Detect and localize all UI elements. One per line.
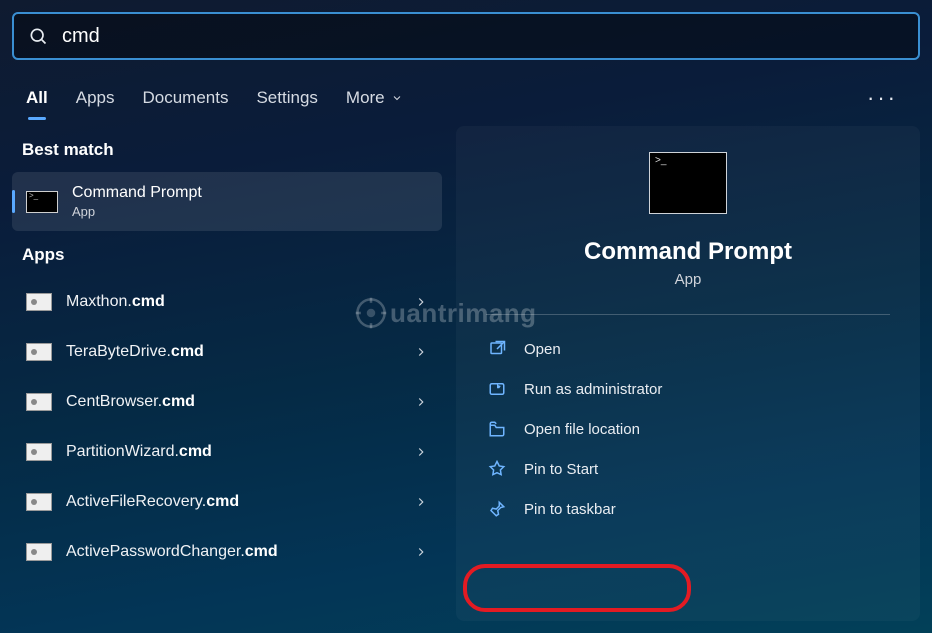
app-result[interactable]: ActivePasswordChanger.cmd: [12, 527, 442, 577]
chevron-right-icon: [414, 295, 428, 309]
chevron-right-icon: [414, 495, 428, 509]
filter-tabs: All Apps Documents Settings More ···: [12, 70, 920, 126]
app-result[interactable]: ActiveFileRecovery.cmd: [12, 477, 442, 527]
search-bar[interactable]: [12, 12, 920, 60]
action-label: Run as administrator: [524, 381, 662, 398]
best-match-subtitle: App: [72, 204, 202, 219]
best-match-title: Command Prompt: [72, 184, 202, 202]
chevron-right-icon: [414, 395, 428, 409]
details-panel: Command Prompt App Open Run as administra…: [456, 126, 920, 621]
app-result-label: ActiveFileRecovery.cmd: [66, 493, 414, 511]
pinstart-icon: [488, 460, 506, 478]
best-match-result[interactable]: Command Prompt App: [12, 172, 442, 231]
tab-settings[interactable]: Settings: [256, 88, 317, 108]
app-result-label: ActivePasswordChanger.cmd: [66, 543, 414, 561]
cmd-file-icon: [26, 493, 52, 511]
cmd-file-icon: [26, 293, 52, 311]
chevron-right-icon: [414, 345, 428, 359]
section-apps: Apps: [12, 231, 442, 277]
tab-apps[interactable]: Apps: [76, 88, 115, 108]
app-result-label: Maxthon.cmd: [66, 293, 414, 311]
app-result-label: CentBrowser.cmd: [66, 393, 414, 411]
action-label: Open: [524, 341, 561, 358]
tab-all[interactable]: All: [26, 88, 48, 108]
tab-more[interactable]: More: [346, 88, 403, 108]
app-result[interactable]: Maxthon.cmd: [12, 277, 442, 327]
action-open[interactable]: Open: [470, 329, 906, 369]
admin-icon: [488, 380, 506, 398]
action-pin-to-taskbar[interactable]: Pin to taskbar: [470, 489, 906, 529]
action-open-file-location[interactable]: Open file location: [470, 409, 906, 449]
chevron-right-icon: [414, 445, 428, 459]
search-input[interactable]: [62, 25, 904, 48]
chevron-right-icon: [414, 545, 428, 559]
app-result-label: TeraByteDrive.cmd: [66, 343, 414, 361]
overflow-menu-button[interactable]: ···: [859, 81, 906, 115]
annotation-highlight: [463, 564, 691, 612]
cmd-file-icon: [26, 543, 52, 561]
results-column: Best match Command Prompt App Apps Maxth…: [12, 126, 442, 621]
action-label: Open file location: [524, 421, 640, 438]
tab-documents[interactable]: Documents: [142, 88, 228, 108]
action-label: Pin to taskbar: [524, 501, 616, 518]
panel-title: Command Prompt: [584, 238, 792, 266]
cmd-file-icon: [26, 393, 52, 411]
action-run-as-administrator[interactable]: Run as administrator: [470, 369, 906, 409]
search-icon: [28, 26, 62, 46]
panel-subtitle: App: [675, 271, 702, 288]
command-prompt-icon: [649, 152, 727, 214]
app-result-label: PartitionWizard.cmd: [66, 443, 414, 461]
cmd-file-icon: [26, 343, 52, 361]
open-icon: [488, 340, 506, 358]
chevron-down-icon: [391, 92, 403, 104]
folder-icon: [488, 420, 506, 438]
divider: [486, 314, 890, 315]
action-label: Pin to Start: [524, 461, 598, 478]
action-pin-to-start[interactable]: Pin to Start: [470, 449, 906, 489]
section-best-match: Best match: [12, 126, 442, 172]
app-result[interactable]: PartitionWizard.cmd: [12, 427, 442, 477]
command-prompt-icon: [26, 191, 58, 213]
app-result[interactable]: TeraByteDrive.cmd: [12, 327, 442, 377]
pintask-icon: [488, 500, 506, 518]
app-result[interactable]: CentBrowser.cmd: [12, 377, 442, 427]
cmd-file-icon: [26, 443, 52, 461]
